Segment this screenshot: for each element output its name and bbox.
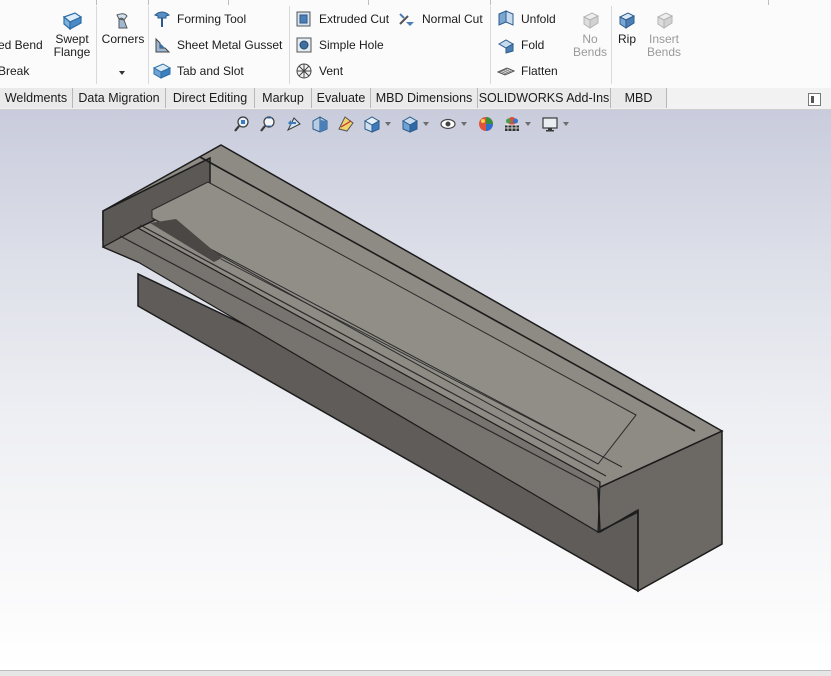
- group-separator: [490, 6, 491, 84]
- unfold-button[interactable]: Unfold: [497, 8, 556, 30]
- vent-button[interactable]: Vent: [295, 60, 343, 82]
- forming-tool-button[interactable]: Forming Tool: [153, 8, 246, 30]
- tab-solidworks-add-ins[interactable]: SOLIDWORKS Add-Ins: [478, 88, 611, 108]
- fold-label: Fold: [521, 38, 545, 52]
- corners-icon: [116, 13, 128, 29]
- tool-break[interactable]: Break: [0, 60, 29, 82]
- status-bar: [0, 670, 831, 676]
- ribbon-top-divider: [96, 0, 97, 5]
- no-bends-label-2: Bends: [572, 45, 608, 59]
- forming-tool-icon: [154, 11, 170, 27]
- insert-bends-label-2: Bends: [646, 45, 682, 59]
- vent-icon: [296, 63, 312, 79]
- group-separator: [96, 6, 97, 84]
- graphics-area[interactable]: [0, 110, 831, 670]
- corners-label: Corners: [101, 32, 145, 46]
- group-separator: [148, 6, 149, 84]
- tab-mbd[interactable]: MBD: [611, 88, 667, 108]
- vent-label: Vent: [319, 64, 344, 78]
- forming-tool-label: Forming Tool: [177, 12, 247, 26]
- ribbon-top-strip: [0, 0, 831, 5]
- task-pane-toggle-icon[interactable]: [808, 93, 821, 106]
- corners-button[interactable]: Corners: [100, 11, 146, 46]
- ribbon-top-divider: [768, 0, 769, 5]
- sheet-metal-gusset-icon: [155, 37, 171, 53]
- command-manager-ribbon: ed Bend Break Swept Flange Corners Formi…: [0, 0, 831, 89]
- ribbon-top-divider: [368, 0, 369, 5]
- tab-evaluate[interactable]: Evaluate: [312, 88, 371, 108]
- fold-button[interactable]: Fold: [497, 34, 544, 56]
- tab-and-slot-label: Tab and Slot: [177, 64, 244, 78]
- no-bends-button[interactable]: No Bends: [568, 11, 612, 59]
- sheet-metal-gusset-label: Sheet Metal Gusset: [177, 38, 283, 52]
- group-separator: [289, 6, 290, 84]
- swept-flange-button[interactable]: Swept Flange: [50, 11, 94, 59]
- tab-weldments[interactable]: Weldments: [0, 88, 73, 108]
- extruded-cut-icon: [296, 11, 311, 27]
- simple-hole-icon: [296, 37, 312, 53]
- normal-cut-button[interactable]: Normal Cut: [398, 8, 483, 30]
- tab-data-migration[interactable]: Data Migration: [73, 88, 166, 108]
- tool-edge-bend-label: ed Bend: [0, 38, 43, 52]
- unfold-icon: [498, 10, 514, 26]
- ribbon-top-divider: [228, 0, 229, 5]
- tool-break-label: Break: [0, 64, 30, 78]
- flatten-button[interactable]: Flatten: [497, 60, 558, 82]
- corners-dropdown-caret[interactable]: [119, 71, 125, 75]
- simple-hole-button[interactable]: Simple Hole: [295, 34, 384, 56]
- fold-icon: [497, 39, 515, 54]
- sheet-metal-gusset-button[interactable]: Sheet Metal Gusset: [153, 34, 282, 56]
- insert-bends-icon: [656, 12, 674, 29]
- tool-edge-bend[interactable]: ed Bend: [0, 34, 43, 56]
- sheet-metal-part-model[interactable]: [0, 110, 831, 670]
- normal-cut-label: Normal Cut: [422, 12, 483, 26]
- tab-direct-editing[interactable]: Direct Editing: [166, 88, 255, 108]
- ribbon-top-divider: [148, 0, 149, 5]
- insert-bends-button[interactable]: Insert Bends: [642, 11, 686, 59]
- rip-button[interactable]: Rip: [612, 11, 642, 46]
- rip-icon: [618, 12, 636, 29]
- no-bends-icon: [582, 12, 600, 29]
- flatten-icon: [497, 67, 515, 76]
- swept-flange-label-2: Flange: [53, 45, 91, 59]
- extruded-cut-button[interactable]: Extruded Cut: [295, 8, 389, 30]
- command-manager-tabs: Weldments Data Migration Direct Editing …: [0, 88, 831, 110]
- flatten-label: Flatten: [521, 64, 558, 78]
- ribbon-top-divider: [490, 0, 491, 5]
- simple-hole-label: Simple Hole: [319, 38, 384, 52]
- tab-markup[interactable]: Markup: [255, 88, 312, 108]
- normal-cut-icon: [399, 13, 414, 26]
- extruded-cut-label: Extruded Cut: [319, 12, 390, 26]
- unfold-label: Unfold: [521, 12, 556, 26]
- tab-and-slot-icon: [153, 63, 171, 79]
- swept-flange-icon: [62, 12, 83, 31]
- rip-label: Rip: [617, 32, 636, 46]
- tab-mbd-dimensions[interactable]: MBD Dimensions: [371, 88, 478, 108]
- tab-and-slot-button[interactable]: Tab and Slot: [153, 60, 244, 82]
